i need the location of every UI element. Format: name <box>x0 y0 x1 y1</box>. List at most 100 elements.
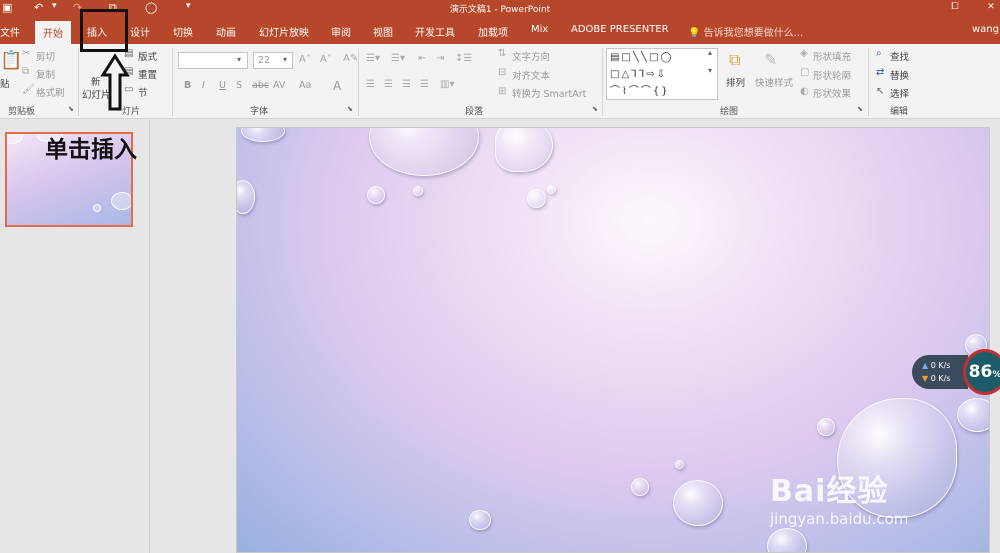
shape-effects-button[interactable]: 形状效果 <box>813 86 851 100</box>
tab-design[interactable]: 设计 <box>130 24 150 39</box>
tab-mix[interactable]: Mix <box>531 24 548 35</box>
shapes-gallery[interactable]: ▤□╲╲□◯ □△⅂⅂⇨⇩ ⌒⌇⌒⌒{} <box>606 48 718 100</box>
format-painter-icon: 🖌 <box>22 84 35 95</box>
numbering-icon[interactable]: ☰▾ <box>391 53 405 64</box>
tab-animations[interactable]: 动画 <box>216 24 236 39</box>
divider <box>868 48 869 116</box>
tab-file[interactable]: 文件 <box>0 24 20 39</box>
justify-icon[interactable]: ☰ <box>420 79 429 90</box>
usage-percent: 86 <box>968 362 993 382</box>
thumbnail-bubble <box>93 204 101 212</box>
shape-fill-button[interactable]: 形状填充 <box>813 49 851 63</box>
text-direction-button[interactable]: 文字方向 <box>512 49 550 63</box>
align-center-icon[interactable]: ☰ <box>384 79 393 90</box>
bold-button[interactable]: B <box>184 80 191 91</box>
char-spacing-button[interactable]: AV <box>273 80 285 91</box>
cut-button[interactable]: 剪切 <box>36 49 55 63</box>
insert-tab-highlight <box>80 9 128 52</box>
water-drop <box>369 128 479 176</box>
water-drop <box>495 128 553 172</box>
shadow-button[interactable]: S <box>236 80 242 91</box>
tab-developer[interactable]: 开发工具 <box>415 24 455 39</box>
slide-thumbnail-panel[interactable] <box>0 120 150 553</box>
tab-slideshow[interactable]: 幻灯片放映 <box>259 24 309 39</box>
tab-transitions[interactable]: 切换 <box>173 24 193 39</box>
find-button[interactable]: 查找 <box>890 49 909 63</box>
font-size-input[interactable]: 22 ▾ <box>253 52 293 69</box>
reset-button[interactable]: 重置 <box>138 67 157 81</box>
tab-review[interactable]: 审阅 <box>331 24 351 39</box>
tell-me-search[interactable]: 💡 告诉我您想要做什么... <box>688 24 803 39</box>
water-drop <box>673 480 723 526</box>
strikethrough-button[interactable]: abc <box>252 80 269 91</box>
restore-icon[interactable]: ⧠ <box>948 2 962 14</box>
font-launcher-icon[interactable]: ⬊ <box>347 105 353 113</box>
line-spacing-icon[interactable]: ↕☰ <box>455 53 472 64</box>
section-button[interactable]: 节 <box>138 85 148 99</box>
underline-button[interactable]: U <box>219 80 226 91</box>
divider <box>358 48 359 116</box>
clipboard-launcher-icon[interactable]: ⬊ <box>68 105 74 113</box>
paragraph-launcher-icon[interactable]: ⬊ <box>592 105 598 113</box>
upload-icon: ▲ <box>922 361 929 370</box>
shape-outline-button[interactable]: 形状轮廓 <box>813 68 851 82</box>
annotation-label: 单击插入 <box>45 137 137 163</box>
chevron-down-icon: ▾ <box>237 55 242 64</box>
water-drop <box>675 460 684 469</box>
replace-icon: ⇄ <box>876 67 885 78</box>
cut-icon: ✂ <box>22 48 31 59</box>
grow-font-icon[interactable]: A˄ <box>299 54 311 65</box>
baidu-watermark: Bai经验 <box>770 474 889 509</box>
align-text-icon: ⊟ <box>498 67 507 78</box>
water-drop <box>413 186 423 196</box>
paste-button[interactable]: 贴 <box>0 76 10 90</box>
quick-styles-button[interactable]: 快速样式 <box>755 75 793 89</box>
text-direction-icon: ⇅ <box>498 48 507 59</box>
close-icon[interactable]: ✕ <box>984 2 998 14</box>
italic-button[interactable]: I <box>202 80 205 91</box>
group-label-clipboard: 剪贴板 <box>8 107 36 117</box>
select-button[interactable]: 选择 <box>890 86 909 100</box>
find-icon: ⌕ <box>876 48 882 59</box>
quick-styles-icon: ✎ <box>764 50 778 69</box>
gallery-scroll-icon[interactable]: ▴ <box>708 48 712 57</box>
network-speed-widget[interactable]: ▲ 0 K/s ▼ 0 K/s <box>912 355 968 389</box>
watermark-url: jingyan.baidu.com <box>770 510 909 528</box>
align-left-icon[interactable]: ☰ <box>366 79 375 90</box>
copy-button[interactable]: 复制 <box>36 67 55 81</box>
paste-icon[interactable]: 📋 <box>0 50 22 71</box>
arrange-button[interactable]: 排列 <box>726 75 745 89</box>
water-drop <box>767 528 807 552</box>
tab-home[interactable]: 开始 <box>35 21 71 44</box>
water-drop <box>469 510 491 530</box>
water-drop <box>547 185 556 194</box>
download-icon: ▼ <box>922 374 929 383</box>
replace-button[interactable]: 替换 <box>890 68 909 82</box>
format-painter-button[interactable]: 格式刷 <box>36 85 65 99</box>
change-case-button[interactable]: Aa <box>299 80 311 91</box>
font-color-button[interactable]: A <box>333 79 341 93</box>
up-arrow-icon <box>100 53 130 111</box>
water-drop <box>957 398 989 432</box>
group-label-paragraph: 段落 <box>465 107 484 117</box>
tab-adobe-presenter[interactable]: ADOBE PRESENTER <box>571 24 669 35</box>
memory-usage-gauge[interactable]: 86% <box>963 349 1000 395</box>
columns-icon[interactable]: ▥▾ <box>440 79 454 90</box>
convert-smartart-button[interactable]: 转换为 SmartArt <box>512 86 586 100</box>
drawing-launcher-icon[interactable]: ⬊ <box>857 105 863 113</box>
tab-view[interactable]: 视图 <box>373 24 393 39</box>
font-name-input[interactable]: ▾ <box>178 52 248 69</box>
gallery-scroll-icon[interactable]: ▾ <box>708 66 712 75</box>
increase-indent-icon[interactable]: ⇥ <box>436 53 444 64</box>
decrease-indent-icon[interactable]: ⇤ <box>418 53 426 64</box>
clear-format-icon[interactable]: A✎ <box>343 53 358 64</box>
copy-icon: ⧉ <box>22 66 30 77</box>
arrange-icon: ⧉ <box>729 50 741 69</box>
bullets-icon[interactable]: ☰▾ <box>366 53 380 64</box>
align-text-button[interactable]: 对齐文本 <box>512 68 550 82</box>
user-name[interactable]: wang <box>972 24 999 35</box>
align-right-icon[interactable]: ☰ <box>402 79 411 90</box>
tab-addins[interactable]: 加载项 <box>478 24 508 39</box>
layout-button[interactable]: 版式 <box>138 49 157 63</box>
shrink-font-icon[interactable]: A˅ <box>320 54 332 65</box>
